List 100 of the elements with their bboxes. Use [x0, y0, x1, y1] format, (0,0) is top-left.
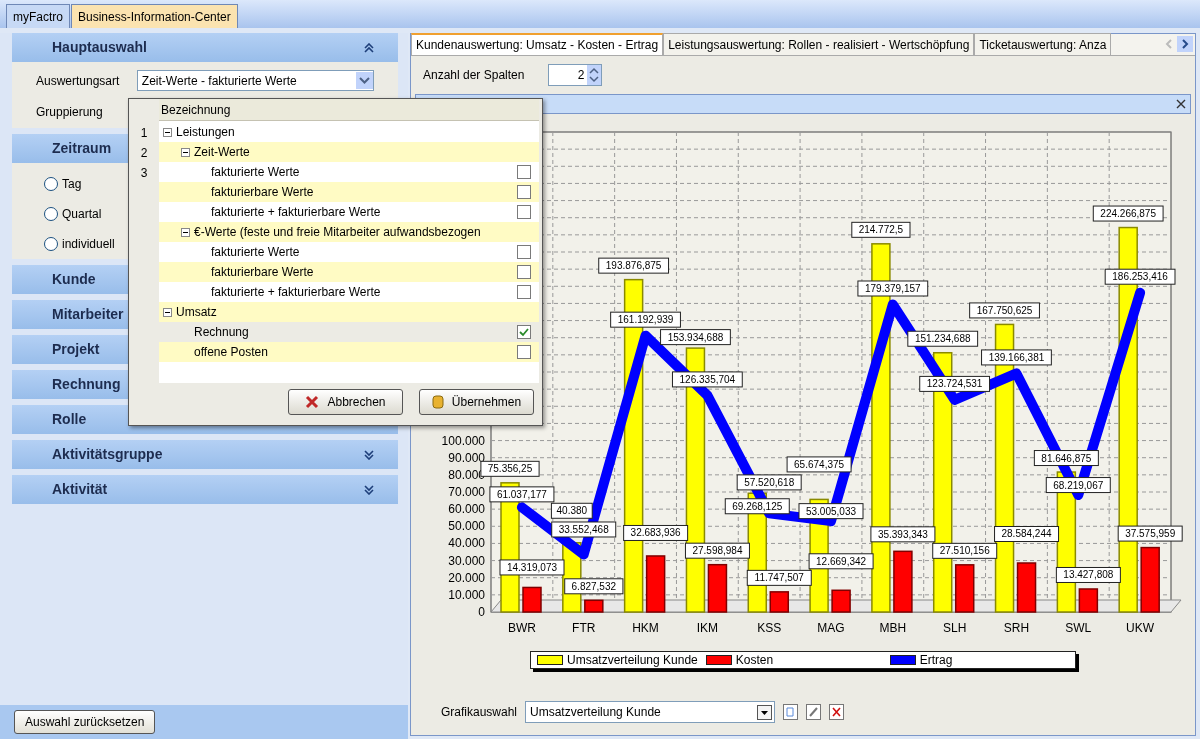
section-title: Aktivitätsgruppe: [51, 445, 163, 464]
category-label: MBH: [879, 621, 907, 635]
data-label: 13.427,808: [1063, 569, 1114, 581]
section-title: Mitarbeiter: [51, 305, 124, 324]
axis-tick-label: 0: [478, 605, 485, 619]
data-label: 161.192,939: [610, 311, 681, 328]
legend-label: Umsatzverteilung Kunde: [567, 652, 698, 669]
category-label: HKM: [632, 621, 659, 635]
data-label: 81.646,875: [1041, 452, 1092, 464]
section-title: Kunde: [51, 270, 96, 289]
axis-tick-label: 70.000: [448, 485, 485, 499]
data-label: 57.520,618: [736, 474, 802, 491]
data-label: 139.166,381: [981, 349, 1052, 366]
category-label: IKM: [696, 621, 719, 635]
row-number: 1: [140, 125, 148, 142]
legend-label: Ertrag: [919, 652, 953, 669]
axis-tick-label: 20.000: [448, 570, 485, 585]
category-label: FTR: [572, 621, 596, 635]
data-label: 37.575,959: [1125, 528, 1176, 540]
data-label: 12.669,342: [816, 555, 867, 567]
data-label: 33.552,468: [551, 521, 617, 538]
data-label: 27.510,156: [939, 545, 991, 557]
axis-tick-label: 50.000: [448, 519, 485, 534]
data-label: 14.319,073: [506, 561, 558, 573]
data-label: 123.724,531: [926, 378, 983, 390]
axis-tick-label: 100.000: [441, 433, 485, 448]
data-label: 139.166,381: [988, 351, 1045, 363]
category-label: SLH: [942, 621, 967, 635]
data-label: 179.379,157: [865, 282, 922, 294]
axis-tick-label: 30.000: [448, 553, 485, 568]
data-label: 65.674,375: [794, 458, 845, 470]
data-label: 37.575,959: [1117, 525, 1183, 542]
axis-tick-label: 90.000: [448, 450, 485, 465]
data-label: 151.234,688: [907, 330, 979, 347]
data-label: 40.380: [556, 505, 588, 517]
data-label: 28.584,244: [994, 526, 1060, 542]
axis-tick-label: 10.000: [448, 587, 485, 602]
chart-select-label: Grafikauswahl: [441, 704, 518, 721]
data-label: 153.934,688: [667, 331, 724, 343]
data-label: 53.005,033: [798, 503, 864, 520]
data-label: 32.683,936: [623, 524, 689, 541]
data-label: 186.253,416: [1104, 268, 1176, 285]
data-label: 35.393,343: [877, 528, 929, 540]
data-label: 14.319,073: [499, 559, 565, 576]
data-label: 68.219,067: [1053, 479, 1104, 491]
tree-label: fakturierbare Werte: [211, 184, 314, 201]
data-label: 167.750,625: [969, 302, 1040, 319]
tree-label: Leistungen: [176, 124, 235, 141]
data-label: 69.268,125: [732, 500, 783, 512]
data-label: 35.393,343: [870, 526, 936, 543]
section-title: Zeitraum: [51, 139, 112, 158]
data-label: 6.827,532: [571, 580, 617, 592]
column-header: Bezeichnung: [159, 99, 539, 121]
row-number: 2: [140, 145, 148, 162]
data-label: 81.646,875: [1033, 450, 1099, 467]
data-label: 11.747,507: [754, 572, 805, 584]
data-label: 69.268,125: [724, 498, 790, 515]
data-label: 40.380: [550, 502, 593, 519]
data-label: 57.520,618: [744, 476, 795, 488]
data-label: 153.934,688: [660, 329, 731, 346]
section-title: Rolle: [51, 410, 87, 429]
category-label: KSS: [757, 621, 782, 635]
category-label: MAG: [817, 621, 845, 635]
section-title: Projekt: [51, 340, 100, 359]
data-label: 179.379,157: [857, 280, 929, 297]
data-label: 214.772,5: [858, 224, 904, 236]
data-label: 53.005,033: [805, 505, 857, 517]
data-label: 13.427,808: [1055, 567, 1121, 583]
data-label: 75.356,25: [487, 463, 533, 475]
tree-label: fakturierte + fakturierbare Werte: [211, 284, 381, 301]
row-number: 3: [140, 165, 148, 182]
data-label: 224.266,875: [1092, 205, 1164, 222]
data-label: 123.724,531: [919, 375, 991, 392]
tree-label: €-Werte (feste und freie Mitarbeiter aufwandsbezogen: [194, 224, 481, 241]
data-label: 11.747,507: [746, 569, 812, 586]
data-label: 61.037,177: [496, 488, 548, 500]
section-title: Hauptauswahl: [51, 38, 147, 57]
data-label: 65.674,375: [786, 456, 852, 473]
data-label: 68.219,067: [1045, 477, 1111, 494]
field-label: Gruppierung: [36, 104, 104, 121]
data-label: 126.335,704: [671, 371, 743, 388]
data-label: 12.669,342: [808, 553, 874, 570]
data-label: 186.253,416: [1112, 271, 1169, 283]
axis-tick-label: 60.000: [448, 502, 485, 517]
axis-tick-label: 40.000: [448, 536, 485, 551]
section-title: Aktivität: [51, 480, 108, 499]
category-label: SWL: [1065, 621, 1092, 635]
data-label: 27.598,984: [692, 545, 743, 557]
tree-label: fakturierbare Werte: [211, 264, 314, 281]
data-label: 193.876,875: [605, 260, 662, 272]
data-label: 126.335,704: [679, 373, 736, 385]
columns-label: Anzahl der Spalten: [423, 67, 525, 84]
tree-label: fakturierte Werte: [211, 244, 300, 261]
data-label: 61.037,177: [489, 486, 555, 503]
tree-label: Rechnung: [194, 324, 249, 341]
legend-label: Kosten: [735, 652, 774, 669]
tree-label: Umsatz: [176, 304, 217, 321]
data-label: 32.683,936: [630, 527, 682, 539]
data-label: 6.827,532: [564, 578, 624, 595]
data-label: 28.584,244: [1001, 528, 1052, 540]
